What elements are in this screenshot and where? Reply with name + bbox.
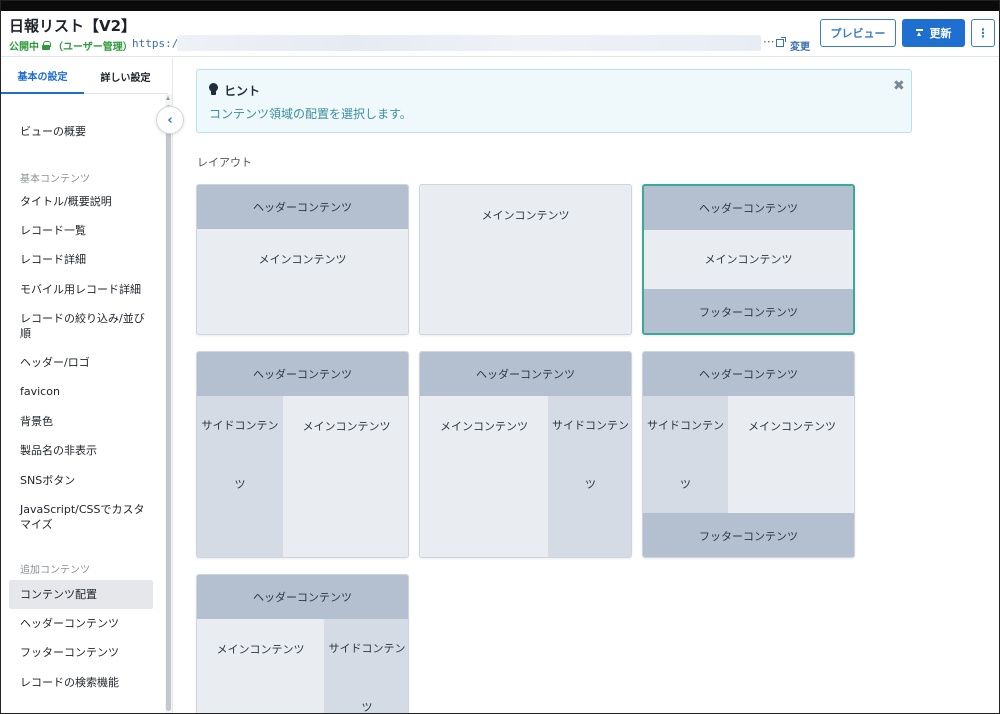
upload-icon	[915, 29, 923, 37]
side-label-line2: ツ	[361, 701, 373, 714]
status-text: 公開中	[9, 42, 39, 53]
layout-option-main-only[interactable]: メインコンテンツ	[419, 184, 632, 335]
layout-label: レイアウト	[197, 156, 252, 169]
sidebar-item-record-detail[interactable]: レコード詳細	[9, 252, 153, 267]
layout-option-header-main-side-alt[interactable]: ヘッダーコンテンツ メインコンテンツ サイドコンテン ツ	[196, 574, 409, 714]
layout-main-region: メインコンテンツ	[420, 396, 548, 557]
chevron-left-icon: ‹	[167, 112, 173, 128]
section-basic-contents: 基本コンテンツ	[20, 174, 90, 185]
layout-option-header-side-main-footer[interactable]: ヘッダーコンテンツ サイドコンテン ツ メインコンテンツ フッターコンテンツ	[642, 351, 855, 558]
layout-header-region: ヘッダーコンテンツ	[197, 352, 408, 396]
settings-sidebar: 基本の設定 詳しい設定 ビューの概要 基本コンテンツ タイトル/概要説明 レコー…	[1, 58, 173, 713]
layout-header-region: ヘッダーコンテンツ	[420, 352, 631, 396]
sidebar-item-header-contents[interactable]: ヘッダーコンテンツ	[9, 616, 153, 631]
tab-basic-settings[interactable]: 基本の設定	[1, 58, 84, 94]
tab-advanced-settings[interactable]: 詳しい設定	[84, 58, 167, 94]
hint-title: ヒント	[224, 84, 261, 98]
hint-panel: ヒント コンテンツ領域の配置を選択します。 ✖	[196, 69, 912, 133]
layout-side-region: サイドコンテン ツ	[197, 396, 283, 557]
sidebar-item-favicon[interactable]: favicon	[9, 384, 153, 399]
external-link-icon[interactable]	[776, 37, 786, 47]
layout-option-header-side-main[interactable]: ヘッダーコンテンツ サイドコンテン ツ メインコンテンツ	[196, 351, 409, 558]
sidebar-scrollbar-thumb[interactable]	[166, 105, 171, 711]
layout-main-region: メインコンテンツ	[728, 396, 854, 513]
sidebar-item-js-css[interactable]: JavaScript/CSSでカスタマイズ	[9, 502, 149, 532]
sidebar-item-mobile-detail[interactable]: モバイル用レコード詳細	[9, 282, 153, 297]
preview-button[interactable]: プレビュー	[820, 19, 896, 47]
layout-side-region: サイドコンテン ツ	[324, 619, 408, 714]
layout-side-region: サイドコンテン ツ	[643, 396, 728, 513]
lock-icon	[42, 41, 51, 50]
app-title: 日報リスト【V2】	[9, 17, 137, 35]
layout-header-region: ヘッダーコンテンツ	[197, 575, 408, 619]
sidebar-item-header-logo[interactable]: ヘッダー/ロゴ	[9, 355, 153, 370]
sidebar-item-record-search[interactable]: レコードの検索機能	[9, 675, 153, 690]
side-label-line2: ツ	[585, 478, 596, 491]
change-url-link[interactable]: 変更	[790, 38, 810, 53]
layout-main-region: メインコンテンツ	[197, 619, 324, 713]
sidebar-item-hide-product-name[interactable]: 製品名の非表示	[9, 443, 153, 458]
sidebar-item-record-list[interactable]: レコード一覧	[9, 223, 153, 238]
lightbulb-icon	[209, 83, 218, 96]
side-label-line1: サイドコンテン	[328, 642, 406, 655]
sidebar-item-sns-buttons[interactable]: SNSボタン	[9, 473, 153, 488]
scroll-up-arrow-icon[interactable]	[166, 96, 170, 100]
hint-text: コンテンツ領域の配置を選択します。	[209, 107, 412, 121]
sidebar-item-footer-contents[interactable]: フッターコンテンツ	[9, 645, 153, 660]
side-label-line2: ツ	[680, 478, 691, 491]
layout-option-header-main-side[interactable]: ヘッダーコンテンツ メインコンテンツ サイドコンテン ツ	[419, 351, 632, 558]
layout-header-region: ヘッダーコンテンツ	[643, 352, 854, 396]
layout-main-region: メインコンテンツ	[420, 185, 631, 334]
side-label-line2: ツ	[234, 478, 246, 491]
close-icon[interactable]: ✖	[893, 78, 905, 94]
section-extra-contents: 追加コンテンツ	[20, 565, 90, 576]
app-window: 日報リスト【V2】 公開中 （ユーザー管理） https:// ··· 変更 プ…	[0, 0, 1000, 714]
sidebar-item-content-layout[interactable]: コンテンツ配置	[9, 580, 153, 609]
url-ellipsis: ···	[763, 35, 775, 49]
layout-main-region: メインコンテンツ	[644, 230, 853, 289]
layout-footer-region: フッターコンテンツ	[643, 513, 854, 557]
permission-text: （ユーザー管理）	[53, 42, 133, 53]
sidebar-item-filter-sort[interactable]: レコードの絞り込み/並び順	[9, 311, 149, 341]
publish-status: 公開中 （ユーザー管理）	[9, 38, 133, 53]
side-label-line1: サイドコンテン	[201, 419, 279, 432]
update-button[interactable]: 更新	[902, 19, 965, 47]
url-redacted	[177, 35, 761, 51]
layout-header-region: ヘッダーコンテンツ	[197, 185, 408, 229]
more-menu-button[interactable]: ⋮	[971, 19, 995, 47]
layout-side-region: サイドコンテン ツ	[548, 396, 631, 557]
layout-footer-region: フッターコンテンツ	[644, 289, 853, 333]
settings-tabs: 基本の設定 詳しい設定	[1, 58, 168, 94]
update-button-label: 更新	[929, 27, 952, 40]
side-label-line1: サイドコンテン	[552, 419, 629, 432]
layout-header-region: ヘッダーコンテンツ	[644, 186, 853, 230]
layout-option-header-main[interactable]: ヘッダーコンテンツ メインコンテンツ	[196, 184, 409, 335]
sidebar-item-title[interactable]: タイトル/概要説明	[9, 194, 153, 209]
layout-main-region: メインコンテンツ	[283, 396, 408, 557]
sidebar-item-overview[interactable]: ビューの概要	[9, 124, 153, 139]
side-label-line1: サイドコンテン	[647, 419, 724, 432]
window-top-bar	[1, 1, 999, 11]
sidebar-item-background-color[interactable]: 背景色	[9, 414, 153, 429]
layout-main-region: メインコンテンツ	[197, 229, 408, 334]
app-header: 日報リスト【V2】 公開中 （ユーザー管理） https:// ··· 変更 プ…	[1, 11, 999, 57]
collapse-sidebar-button[interactable]: ‹	[156, 106, 184, 134]
layout-option-header-main-footer[interactable]: ヘッダーコンテンツ メインコンテンツ フッターコンテンツ	[642, 184, 855, 335]
